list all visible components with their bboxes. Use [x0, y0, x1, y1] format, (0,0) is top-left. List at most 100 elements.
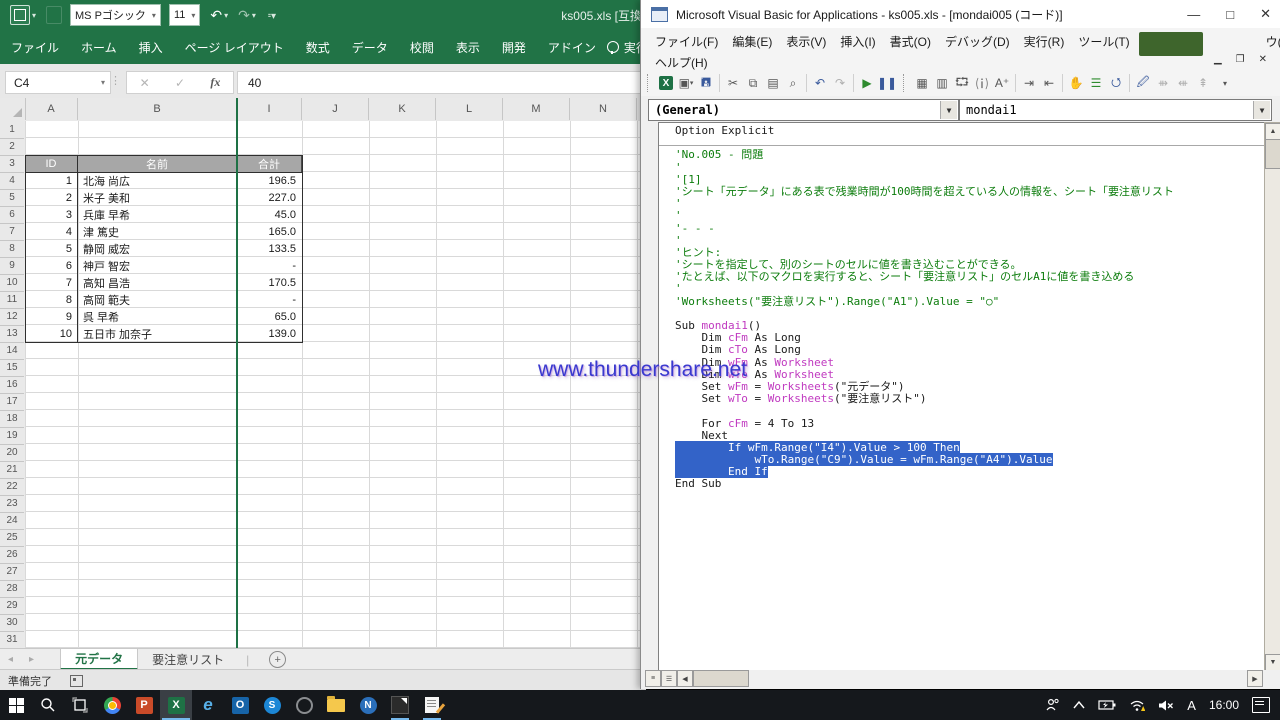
- ime-mode-indicator[interactable]: A: [1187, 698, 1196, 713]
- chevron-up-icon[interactable]: [1073, 701, 1085, 709]
- customize-qat-icon[interactable]: ⹀▾: [268, 8, 276, 22]
- find-icon[interactable]: ⌕: [783, 73, 803, 93]
- formula-input[interactable]: 40: [237, 71, 658, 94]
- battery-icon[interactable]: [1098, 699, 1116, 711]
- row-header-10[interactable]: 10: [0, 274, 24, 292]
- taskbar-explorer[interactable]: [320, 690, 352, 720]
- row-header-21[interactable]: 21: [0, 461, 24, 479]
- row-header-7[interactable]: 7: [0, 223, 24, 241]
- child-restore-icon[interactable]: ❐: [1236, 54, 1245, 65]
- full-module-view-icon[interactable]: ☰: [661, 670, 677, 687]
- column-header-B[interactable]: B: [78, 98, 237, 120]
- row-header-20[interactable]: 20: [0, 444, 24, 462]
- taskbar-powerpoint[interactable]: P: [128, 690, 160, 720]
- row-header-2[interactable]: 2: [0, 138, 24, 156]
- taskbar-chrome[interactable]: [96, 690, 128, 720]
- procedure-view-icon[interactable]: ≡: [645, 670, 661, 687]
- table-row-4-name[interactable]: 静岡 威宏: [78, 240, 238, 257]
- row-header-22[interactable]: 22: [0, 478, 24, 496]
- column-header-I[interactable]: I: [237, 98, 302, 120]
- table-row-7-total[interactable]: -: [237, 291, 302, 308]
- toolbar-overflow-grip[interactable]: [903, 74, 908, 92]
- ribbon-tab-0[interactable]: ファイル: [0, 39, 70, 56]
- table-row-3-total[interactable]: 165.0: [237, 223, 302, 240]
- code-line-30[interactable]: End Sub: [675, 478, 1174, 490]
- table-row-5-id[interactable]: 6: [25, 257, 78, 274]
- table-row-6-total[interactable]: 170.5: [237, 274, 302, 291]
- taskbar-excel[interactable]: X: [160, 690, 192, 720]
- table-header-2[interactable]: 合計: [237, 155, 302, 172]
- table-row-2-total[interactable]: 45.0: [237, 206, 302, 223]
- row-header-8[interactable]: 8: [0, 240, 24, 258]
- code-line-23[interactable]: Set wTo = Worksheets("要注意リスト"): [675, 393, 1174, 405]
- table-row-3-id[interactable]: 4: [25, 223, 78, 240]
- row-header-19[interactable]: 19: [0, 427, 24, 445]
- outdent-icon[interactable]: ⇤: [1039, 73, 1059, 93]
- vba-menu-item-7[interactable]: ツール(T): [1078, 33, 1129, 50]
- table-row-9-name[interactable]: 五日市 加奈子: [78, 325, 238, 342]
- table-row-8-name[interactable]: 呉 早希: [78, 308, 238, 325]
- list-properties-icon[interactable]: ▦: [912, 73, 932, 93]
- table-row-4-id[interactable]: 5: [25, 240, 78, 257]
- chevron-down-icon[interactable]: ▼: [1253, 101, 1270, 119]
- taskbar-notepad[interactable]: [416, 690, 448, 720]
- row-header-5[interactable]: 5: [0, 189, 24, 207]
- table-row-0-name[interactable]: 北海 尚広: [78, 172, 238, 189]
- scroll-left-icon[interactable]: ◀: [677, 670, 693, 687]
- table-header-0[interactable]: ID: [25, 155, 78, 172]
- child-minimize-icon[interactable]: ▁: [1214, 54, 1222, 65]
- child-close-icon[interactable]: ✕: [1259, 54, 1267, 65]
- vba-menu-item-6[interactable]: 実行(R): [1024, 33, 1065, 50]
- taskbar-ie[interactable]: e: [192, 690, 224, 720]
- run-icon[interactable]: ▶: [857, 73, 877, 93]
- scroll-up-icon[interactable]: ▲: [1265, 123, 1280, 140]
- code-line-4[interactable]: ': [675, 162, 1174, 174]
- chevron-down-icon[interactable]: ▾: [101, 78, 105, 87]
- select-all-corner[interactable]: [0, 98, 26, 120]
- chevron-down-icon[interactable]: ▾: [224, 11, 228, 20]
- complete-word-icon[interactable]: A⁺: [992, 73, 1012, 93]
- object-combo[interactable]: (General) ▼: [648, 99, 959, 121]
- toolbar-options-icon[interactable]: ▾: [1215, 73, 1235, 93]
- chevron-down-icon[interactable]: ▼: [940, 101, 957, 119]
- paste-icon[interactable]: ▤: [763, 73, 783, 93]
- list-constants-icon[interactable]: ▥: [932, 73, 952, 93]
- font-size-combo[interactable]: 11▾: [169, 4, 200, 26]
- code-line-13[interactable]: 'たとえば、以下のマクロを実行すると、シート「要注意リスト」のセルA1に値を書き…: [675, 271, 1174, 283]
- action-center-icon[interactable]: [1252, 697, 1270, 713]
- row-header-30[interactable]: 30: [0, 614, 24, 632]
- table-row-7-id[interactable]: 8: [25, 291, 78, 308]
- toolbar-grip[interactable]: [647, 74, 652, 92]
- search-button[interactable]: [32, 690, 64, 720]
- taskbar-onenote[interactable]: N: [352, 690, 384, 720]
- row-headers[interactable]: 1234567891011121314151617181920212223242…: [0, 121, 26, 648]
- row-header-4[interactable]: 4: [0, 172, 24, 190]
- task-view-button[interactable]: [64, 690, 96, 720]
- taskbar-outlook[interactable]: O: [224, 690, 256, 720]
- minimize-icon[interactable]: —: [1187, 7, 1200, 22]
- table-row-1-name[interactable]: 米子 美和: [78, 189, 238, 206]
- ribbon-tab-1[interactable]: ホーム: [70, 39, 128, 56]
- code-line-25[interactable]: For cFm = 4 To 13: [675, 418, 1174, 430]
- break-icon[interactable]: ❚❚: [877, 73, 897, 93]
- table-row-5-total[interactable]: -: [237, 257, 302, 274]
- column-headers[interactable]: ABIJKLMN: [0, 98, 646, 122]
- table-row-2-id[interactable]: 3: [25, 206, 78, 223]
- table-row-1-id[interactable]: 2: [25, 189, 78, 206]
- plus-icon[interactable]: +: [269, 651, 286, 668]
- column-header-N[interactable]: N: [570, 98, 637, 120]
- sheet-tab-1[interactable]: 要注意リスト: [138, 649, 238, 670]
- row-header-3[interactable]: 3: [0, 155, 24, 173]
- sheet-nav-right-icon[interactable]: ▸: [21, 649, 42, 670]
- code-line-1[interactable]: Option Explicit: [675, 125, 1174, 137]
- column-header-M[interactable]: M: [503, 98, 570, 120]
- table-row-0-id[interactable]: 1: [25, 172, 78, 189]
- volume-muted-icon[interactable]: [1158, 699, 1174, 712]
- quick-info-icon[interactable]: ⮔: [952, 73, 972, 93]
- row-header-13[interactable]: 13: [0, 325, 24, 343]
- ribbon-tab-5[interactable]: データ: [341, 39, 399, 56]
- menu-item-help[interactable]: ヘルプ(H): [655, 54, 708, 71]
- chevron-down-icon[interactable]: ▾: [32, 11, 36, 20]
- maximize-icon[interactable]: □: [1226, 7, 1234, 22]
- ribbon-tab-3[interactable]: ページ レイアウト: [174, 39, 295, 56]
